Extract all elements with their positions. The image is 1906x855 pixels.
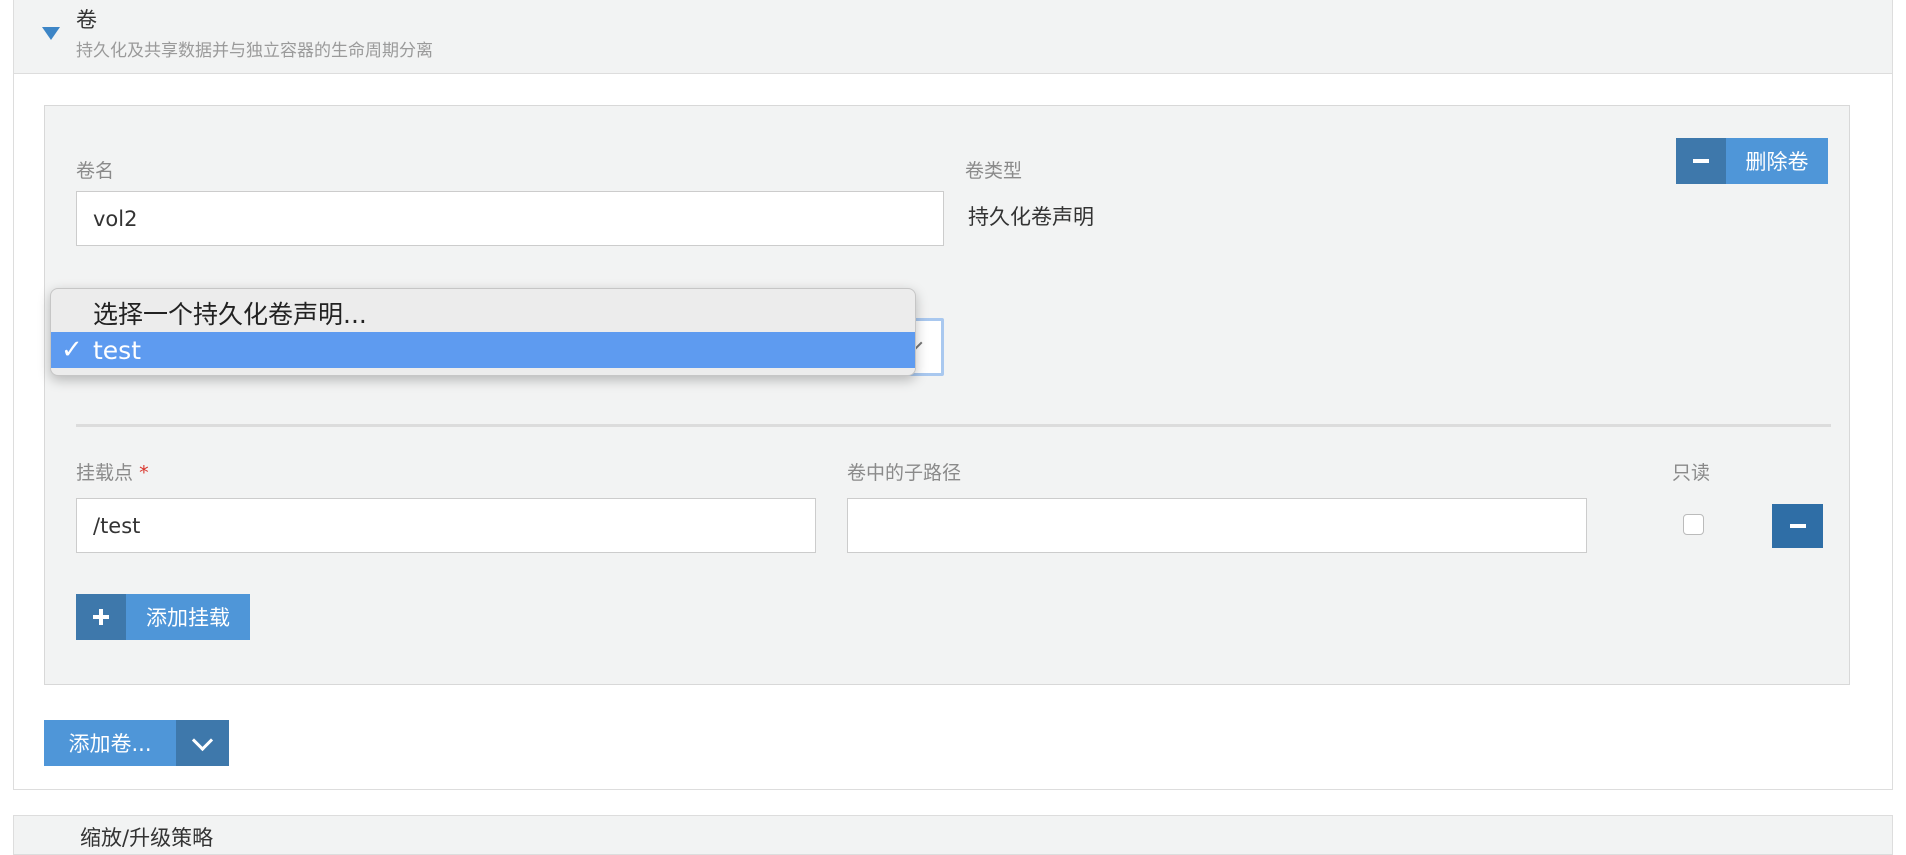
section-subtitle: 持久化及共享数据并与独立容器的生命周期分离 xyxy=(76,41,433,61)
divider xyxy=(76,424,1831,427)
add-mount-button[interactable]: 添加挂载 xyxy=(76,594,250,640)
minus-icon xyxy=(1789,524,1806,528)
dropdown-option-label: 选择一个持久化卷声明... xyxy=(93,300,367,329)
mount-point-input[interactable]: /test xyxy=(76,498,816,553)
sub-path-label: 卷中的子路径 xyxy=(847,462,962,484)
delete-volume-button[interactable]: 删除卷 xyxy=(1676,138,1828,184)
dropdown-option-test[interactable]: ✓ test xyxy=(51,332,915,368)
volume-type-value: 持久化卷声明 xyxy=(968,205,1094,229)
section-title: 卷 xyxy=(76,8,97,32)
next-section-header[interactable] xyxy=(13,815,1893,855)
dropdown-option-label: test xyxy=(93,335,142,365)
claim-dropdown-menu: 选择一个持久化卷声明... ✓ test xyxy=(50,288,916,376)
next-section-title: 缩放/升级策略 xyxy=(80,826,214,850)
mount-point-label-text: 挂载点 xyxy=(76,462,134,484)
chevron-down-icon[interactable] xyxy=(176,720,229,766)
volume-type-label: 卷类型 xyxy=(965,160,1023,182)
delete-volume-label: 删除卷 xyxy=(1726,138,1828,184)
minus-icon xyxy=(1676,138,1726,184)
required-marker: * xyxy=(139,462,149,484)
readonly-checkbox[interactable] xyxy=(1683,514,1704,535)
dropdown-option-placeholder[interactable]: 选择一个持久化卷声明... xyxy=(51,295,915,331)
add-volume-label: 添加卷... xyxy=(44,720,176,766)
add-volume-button[interactable]: 添加卷... xyxy=(44,720,229,766)
remove-mount-button[interactable] xyxy=(1772,504,1823,548)
plus-icon xyxy=(76,594,126,640)
add-mount-label: 添加挂载 xyxy=(126,594,250,640)
volume-name-label: 卷名 xyxy=(76,160,115,182)
volume-name-input[interactable]: vol2 xyxy=(76,191,944,246)
sub-path-input[interactable] xyxy=(847,498,1587,553)
collapse-triangle-icon[interactable] xyxy=(42,27,60,40)
readonly-label: 只读 xyxy=(1672,462,1711,484)
mount-point-label: 挂载点 * xyxy=(76,458,149,485)
checkmark-icon: ✓ xyxy=(61,335,83,365)
